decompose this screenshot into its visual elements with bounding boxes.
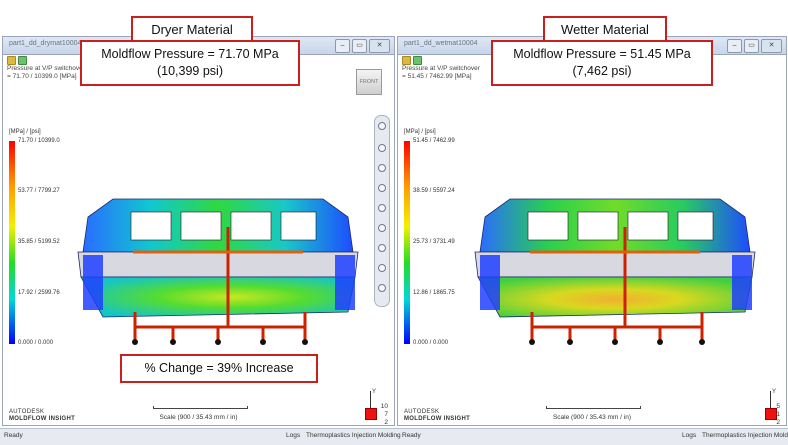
side-number: 10 — [380, 403, 388, 410]
right-scale-bar — [546, 406, 641, 409]
result-icon[interactable] — [413, 56, 422, 65]
y-axis-label: Y — [372, 389, 377, 395]
left-toolbar — [7, 56, 27, 65]
folder-icon[interactable] — [7, 56, 16, 65]
right-window-title: part1_dd_wetmat10004 — [404, 40, 478, 47]
y-axis-label: Y — [772, 389, 777, 395]
left-unit-label: [MPa] / [psi] — [9, 129, 41, 135]
left-scale-bar — [153, 406, 248, 409]
right-pressure-callout: Moldflow Pressure = 51.45 MPa (7,462 psi… — [491, 40, 713, 86]
result-icon[interactable] — [18, 56, 27, 65]
right-side-numbers: 5 1 2 — [776, 403, 780, 426]
left-status-ready: Ready — [4, 432, 23, 439]
percent-change-text: % Change = 39% Increase — [144, 361, 294, 375]
left-pressure-callout: Moldflow Pressure = 71.70 MPa (10,399 ps… — [80, 40, 300, 86]
left-tick-label: 17.92 / 2599.76 — [18, 290, 60, 296]
left-close-button[interactable]: ✕ — [369, 39, 390, 53]
left-tick-label: 53.77 / 7799.27 — [18, 188, 60, 194]
left-color-legend — [9, 141, 15, 344]
pressure-psi-line: (7,462 psi) — [572, 64, 632, 78]
left-minimize-button[interactable]: – — [335, 39, 350, 53]
right-restore-button[interactable]: ▭ — [744, 39, 759, 53]
zoom-in-icon[interactable] — [378, 244, 386, 252]
zoom-icon[interactable] — [378, 204, 386, 212]
left-side-numbers: 10 7 2 — [380, 403, 388, 426]
fit-icon[interactable] — [378, 284, 386, 292]
side-number: 2 — [776, 419, 780, 426]
right-tick-label: 51.45 / 7462.99 — [413, 138, 455, 144]
right-tick-label: 25.73 / 3731.49 — [413, 239, 455, 245]
zoom-window-icon[interactable] — [378, 224, 386, 232]
right-part-model — [474, 198, 756, 345]
side-number: 2 — [384, 419, 388, 426]
steering-wheel-icon[interactable] — [378, 122, 386, 130]
select-icon[interactable] — [378, 144, 386, 152]
side-number: 7 — [384, 411, 388, 418]
right-toolbar — [402, 56, 422, 65]
right-close-button[interactable]: ✕ — [761, 39, 782, 53]
left-analysis-type: Thermoplastics Injection Molding — [306, 432, 401, 439]
side-number: 1 — [776, 411, 780, 418]
center-icon[interactable] — [378, 264, 386, 272]
right-tick-label: 0.000 / 0.000 — [413, 340, 449, 346]
right-tick-label: 12.86 / 1865.75 — [413, 290, 455, 296]
side-number: 5 — [776, 403, 780, 410]
left-restore-button[interactable]: ▭ — [352, 39, 367, 53]
left-tick-label: 35.85 / 5199.52 — [18, 239, 60, 245]
right-status-ready: Ready — [402, 432, 421, 439]
pan-icon[interactable] — [378, 184, 386, 192]
right-result-title: Pressure at V/P switchover — [402, 65, 480, 72]
view-cube-front[interactable]: FRONT — [356, 69, 382, 95]
right-minimize-button[interactable]: – — [727, 39, 742, 53]
left-logs-button[interactable]: Logs — [286, 432, 300, 439]
status-bar: Ready Logs Thermoplastics Injection Mold… — [0, 428, 788, 445]
right-result-window: part1_dd_wetmat10004 – ▭ ✕ Pressure at V… — [397, 36, 787, 426]
right-unit-label: [MPa] / [psi] — [404, 129, 436, 135]
pressure-psi-line: (10,399 psi) — [156, 64, 223, 78]
pressure-line: Moldflow Pressure = 71.70 MPa — [101, 47, 279, 61]
rotate-icon[interactable] — [378, 164, 386, 172]
navigation-bar — [374, 115, 390, 307]
right-result-range: = 51.45 / 7462.99 [MPa] — [402, 73, 472, 80]
caption-text: Wetter Material — [561, 22, 649, 37]
caption-text: Dryer Material — [151, 22, 233, 37]
left-window-title: part1_dd_drymat10004 — [9, 40, 82, 47]
left-tick-label: 0.000 / 0.000 — [18, 340, 54, 346]
folder-icon[interactable] — [402, 56, 411, 65]
left-part-model — [77, 198, 359, 345]
right-color-legend — [404, 141, 410, 344]
left-tick-label: 71.70 / 10399.0 — [18, 138, 60, 144]
left-result-title: Pressure at V/P switchover — [7, 65, 85, 72]
left-result-range: = 71.70 / 10399.0 [MPa] — [7, 73, 77, 80]
right-tick-label: 38.59 / 5597.24 — [413, 188, 455, 194]
right-analysis-type: Thermoplastics Injection Molding — [702, 432, 788, 439]
right-logs-button[interactable]: Logs — [682, 432, 696, 439]
right-scale-text: Scale (900 / 35.43 mm / in) — [552, 414, 632, 421]
percent-change-callout: % Change = 39% Increase — [120, 354, 318, 383]
pressure-line: Moldflow Pressure = 51.45 MPa — [513, 47, 691, 61]
left-scale-text: Scale (900 / 35.43 mm / in) — [159, 414, 238, 421]
